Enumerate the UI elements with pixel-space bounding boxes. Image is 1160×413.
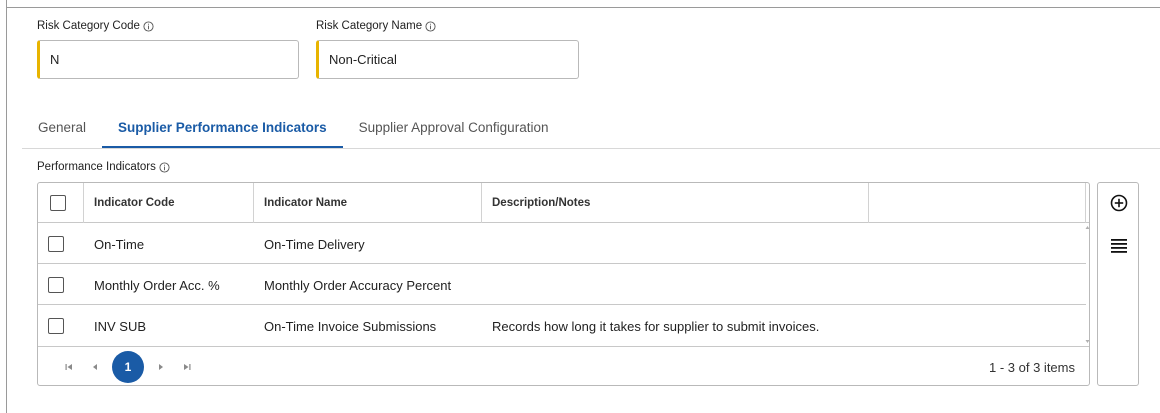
prev-page-button[interactable] xyxy=(82,354,108,380)
performance-indicators-label: Performance Indicators xyxy=(37,161,170,173)
indicator-name-cell: On-Time Delivery xyxy=(264,236,365,252)
table-row[interactable]: On-Time On-Time Delivery xyxy=(38,224,1086,264)
tab-supplier-performance-indicators[interactable]: Supplier Performance Indicators xyxy=(102,108,343,149)
add-indicator-button[interactable] xyxy=(1109,193,1129,213)
tab-general[interactable]: General xyxy=(22,108,102,147)
column-header-indicator-name[interactable]: Indicator Name xyxy=(254,183,482,223)
tab-supplier-approval-configuration[interactable]: Supplier Approval Configuration xyxy=(343,108,565,147)
tab-divider xyxy=(22,148,1160,149)
indicator-code-cell: Monthly Order Acc. % xyxy=(94,277,220,293)
indicator-code-cell: On-Time xyxy=(94,236,145,252)
grid-header: Indicator Code Indicator Name Descriptio… xyxy=(38,183,1089,223)
select-all-checkbox[interactable] xyxy=(50,195,66,211)
row-select-cell xyxy=(38,265,84,305)
info-icon[interactable] xyxy=(425,20,436,32)
row-checkbox[interactable] xyxy=(48,318,64,334)
select-all-cell xyxy=(38,183,84,223)
table-row[interactable]: INV SUB On-Time Invoice Submissions Reco… xyxy=(38,306,1086,346)
indicator-code-cell: INV SUB xyxy=(94,318,147,334)
performance-indicators-grid: Indicator Code Indicator Name Descriptio… xyxy=(37,182,1090,386)
risk-name-label: Risk Category Name xyxy=(316,20,436,32)
description-cell xyxy=(482,224,869,264)
description-cell xyxy=(482,265,869,305)
page-1-button[interactable]: 1 xyxy=(112,351,144,383)
column-header-indicator-code[interactable]: Indicator Code xyxy=(84,183,254,223)
row-select-cell xyxy=(38,224,84,264)
next-page-icon xyxy=(159,364,163,370)
table-row[interactable]: Monthly Order Acc. % Monthly Order Accur… xyxy=(38,265,1086,305)
column-menu-icon xyxy=(1111,239,1127,253)
last-page-button[interactable] xyxy=(174,354,200,380)
row-checkbox[interactable] xyxy=(48,277,64,293)
risk-code-field[interactable]: N xyxy=(37,40,299,79)
panel-border-top xyxy=(6,7,1160,8)
indicator-name-cell: Monthly Order Accuracy Percent xyxy=(264,277,452,293)
add-circle-icon xyxy=(1110,194,1128,212)
info-icon[interactable] xyxy=(159,161,170,173)
prev-page-icon xyxy=(93,364,97,370)
indicator-name-cell: On-Time Invoice Submissions xyxy=(264,318,437,334)
grid-actions-panel xyxy=(1097,182,1139,386)
column-header-extra[interactable] xyxy=(869,183,1086,223)
grid-scrollbar[interactable] xyxy=(1085,224,1090,346)
last-page-icon xyxy=(184,364,191,370)
column-menu-button[interactable] xyxy=(1109,235,1129,255)
info-icon[interactable] xyxy=(143,20,154,32)
risk-name-field[interactable]: Non-Critical xyxy=(316,40,579,79)
description-cell: Records how long it takes for supplier t… xyxy=(492,318,820,334)
panel-border-left xyxy=(6,0,7,413)
pager: 1 1 - 3 of 3 items xyxy=(38,346,1089,385)
next-page-button[interactable] xyxy=(148,354,174,380)
row-checkbox[interactable] xyxy=(48,236,64,252)
column-header-description[interactable]: Description/Notes xyxy=(482,183,869,223)
first-page-button[interactable] xyxy=(56,354,82,380)
first-page-icon xyxy=(65,364,72,370)
pager-summary: 1 - 3 of 3 items xyxy=(989,359,1075,375)
risk-code-label: Risk Category Code xyxy=(37,20,154,32)
tab-bar: General Supplier Performance Indicators … xyxy=(22,108,564,149)
row-select-cell xyxy=(38,306,84,346)
